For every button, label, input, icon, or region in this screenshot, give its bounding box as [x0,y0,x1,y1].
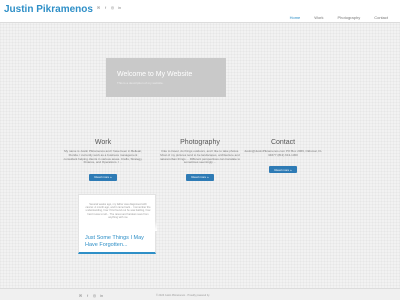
contact-title: Contact [270,139,296,146]
work-text: My name is Justin Pikramenos and I have … [63,149,143,165]
copyright-text: © 2023 Justin Pikramenos · Proudly power… [156,294,210,297]
photography-title: Photography [180,139,220,146]
linkedin-icon[interactable]: in [117,5,122,10]
mail-icon[interactable]: ✉ [78,293,83,298]
site-footer: ✉ f ◎ in © 2023 Justin Pikramenos · Prou… [0,288,400,300]
instagram-icon[interactable]: ◎ [92,293,97,298]
work-title: Work [94,139,112,146]
hero-title: Welcome to My Website [117,71,193,78]
post-excerpt: Several weeks ago, my father was diagnos… [85,203,151,219]
linkedin-icon[interactable]: in [99,293,104,298]
contact-text: Justin@JustinPikramenos.com PO Box 2066,… [244,149,322,157]
nav-home[interactable]: Home [290,15,301,20]
blog-post-card[interactable]: Several weeks ago, my father was diagnos… [78,194,157,254]
footer-social-links: ✉ f ◎ in [78,293,104,298]
nav-photography[interactable]: Photography [338,15,361,20]
facebook-icon[interactable]: f [85,293,90,298]
facebook-icon[interactable]: f [103,5,108,10]
main-nav: Home Work Photography Contact [290,15,388,20]
photography-column: Photography I like to travel, do things … [155,139,245,183]
work-column: Work My name is Justin Pikramenos and I … [58,139,148,183]
post-fade-overlay [79,221,157,231]
contact-column: Contact Justin@JustinPikramenos.com PO B… [238,139,328,176]
site-title[interactable]: Justin Pikramenos [4,4,93,15]
nav-work[interactable]: Work [314,15,323,20]
photography-read-more-button[interactable]: Read more » [186,173,214,181]
contact-read-more-button[interactable]: Read more » [269,166,297,174]
nav-contact[interactable]: Contact [374,15,388,20]
instagram-icon[interactable]: ◎ [110,5,115,10]
mail-icon[interactable]: ✉ [96,5,101,10]
hero-banner: Welcome to My Website This is a descript… [106,58,226,97]
header-social-links: ✉ f ◎ in [96,5,122,10]
work-read-more-button[interactable]: Read more » [89,173,117,181]
hero-subtitle: This is a description of my website. [117,81,164,85]
post-title-link[interactable]: Just Some Things I May Have Forgotten... [85,235,153,249]
photography-text: I like to travel, do things outdoors, an… [159,149,241,165]
site-header: Justin Pikramenos ✉ f ◎ in Home Work Pho… [0,0,400,23]
